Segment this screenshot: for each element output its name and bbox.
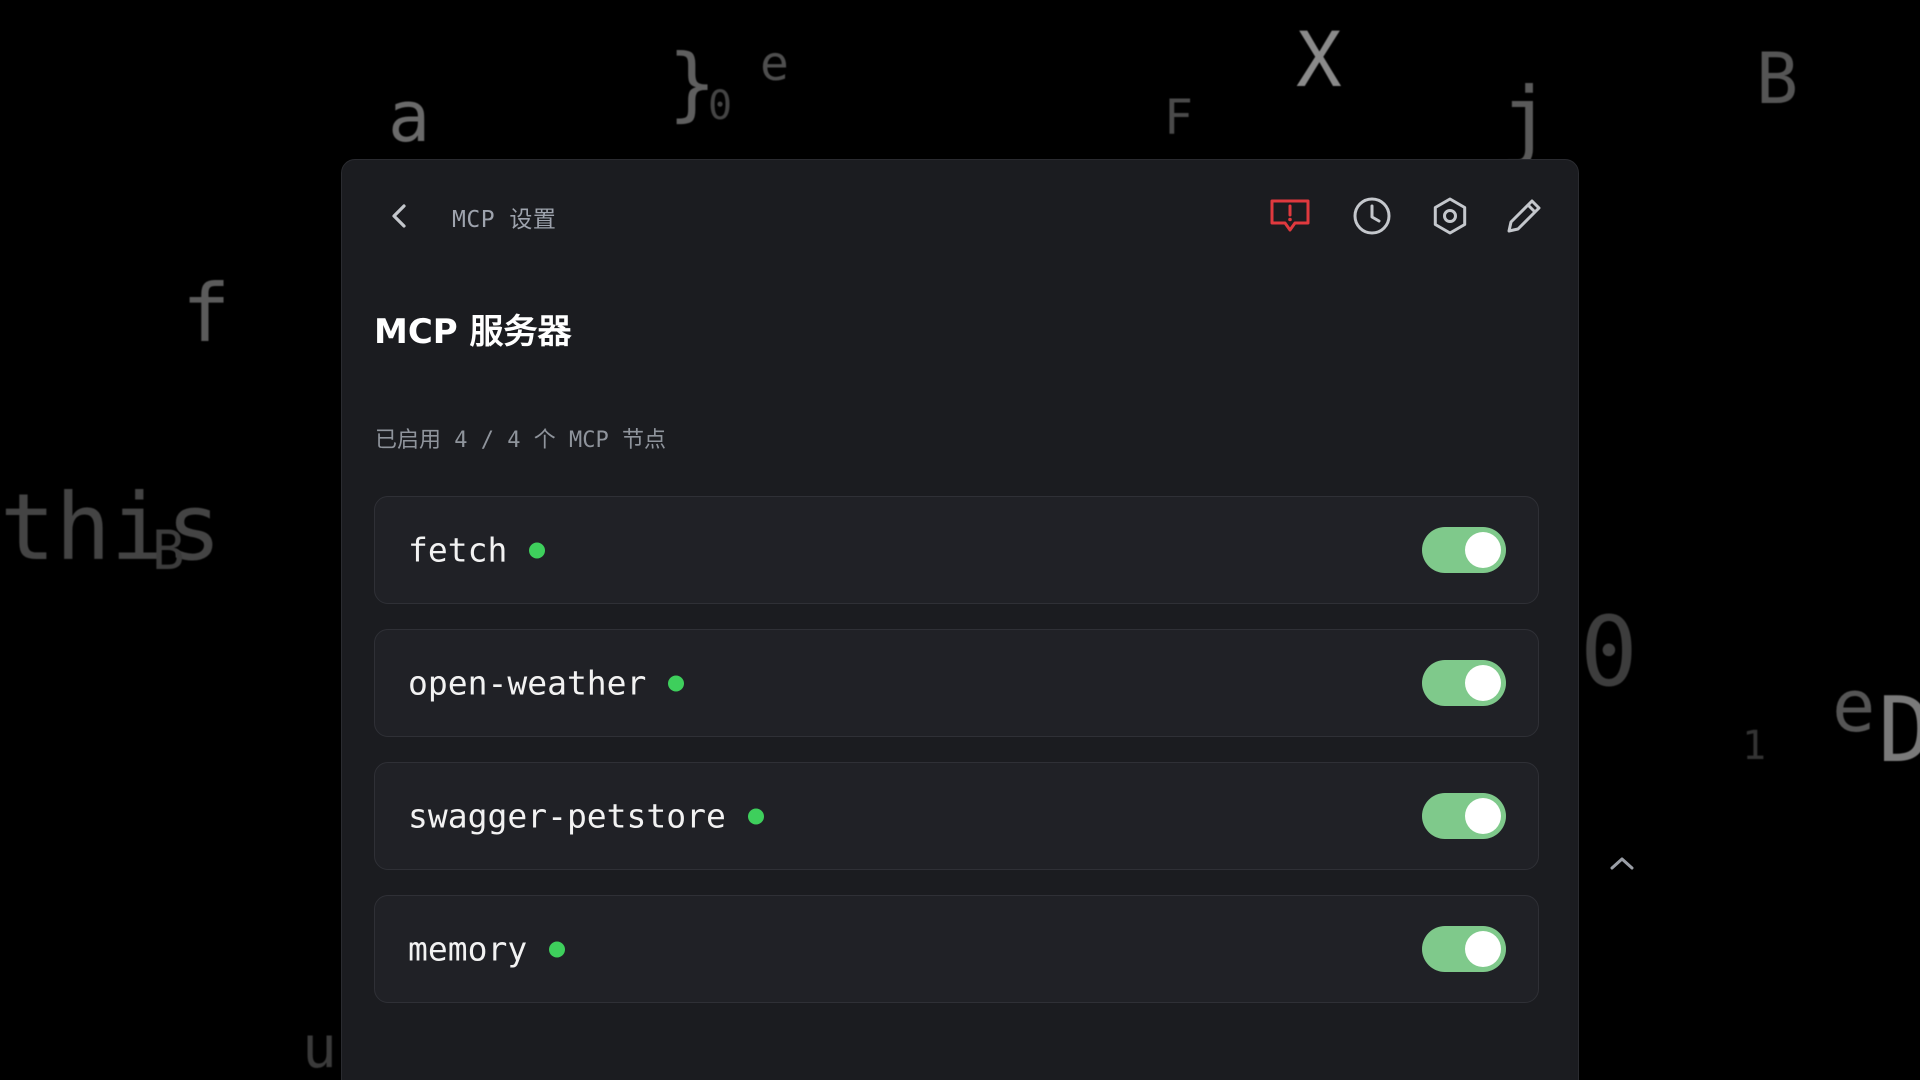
status-indicator: [529, 542, 546, 558]
mcp-settings-panel: MCP 设置 MCP 服务器 已启用 4 / 4 个 MCP 节点 fetch …: [341, 159, 1579, 1080]
enabled-summary: 已启用 4 / 4 个 MCP 节点: [375, 428, 666, 453]
server-card-fetch[interactable]: fetch: [374, 496, 1539, 604]
feedback-alert-icon: [1270, 199, 1310, 232]
breadcrumb: MCP 设置: [452, 207, 557, 233]
gear-icon: [1433, 197, 1467, 235]
server-list: fetch open-weather swagger-petstore memo…: [374, 496, 1539, 1028]
server-card-memory[interactable]: memory: [374, 895, 1539, 1003]
server-toggle[interactable]: [1422, 527, 1506, 573]
toggle-knob: [1465, 931, 1501, 967]
pencil-icon: [1507, 199, 1541, 233]
server-toggle[interactable]: [1422, 926, 1506, 972]
history-button[interactable]: [1348, 192, 1396, 240]
toggle-knob: [1465, 532, 1501, 568]
toggle-knob: [1465, 798, 1501, 834]
chevron-left-icon: [392, 204, 406, 228]
server-toggle[interactable]: [1422, 793, 1506, 839]
chevron-up-icon: [1610, 857, 1634, 870]
status-indicator: [747, 808, 764, 824]
server-name: open-weather: [408, 663, 647, 703]
toggle-knob: [1465, 665, 1501, 701]
back-button[interactable]: [379, 196, 419, 236]
status-indicator: [668, 675, 685, 691]
server-card-open-weather[interactable]: open-weather: [374, 629, 1539, 737]
status-indicator: [549, 941, 566, 957]
server-name: swagger-petstore: [408, 796, 726, 836]
scroll-up-button[interactable]: [1604, 848, 1640, 878]
server-card-swagger-petstore[interactable]: swagger-petstore: [374, 762, 1539, 870]
page-title: MCP 服务器: [374, 312, 572, 352]
settings-button[interactable]: [1426, 192, 1474, 240]
feedback-button[interactable]: [1266, 192, 1314, 240]
app-root: a } 0 e X F j B f this B 0 e D 1 u MCP 设…: [0, 0, 1920, 1080]
server-name: fetch: [408, 530, 508, 570]
server-name: memory: [408, 929, 528, 969]
server-toggle[interactable]: [1422, 660, 1506, 706]
clock-icon: [1353, 197, 1391, 235]
edit-button[interactable]: [1500, 192, 1548, 240]
panel-header: MCP 设置: [342, 160, 1578, 270]
